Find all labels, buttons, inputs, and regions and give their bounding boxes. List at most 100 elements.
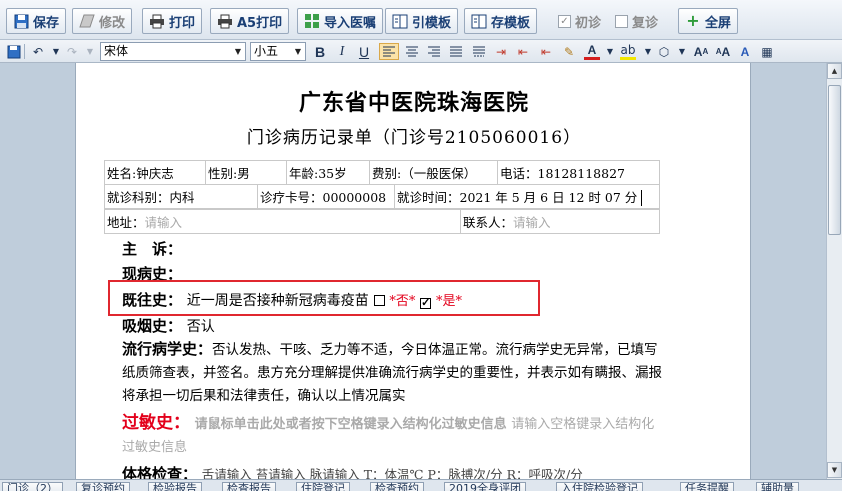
font-color-icon[interactable]: A (584, 43, 600, 60)
align-left-button[interactable] (379, 43, 399, 60)
patient-phone[interactable]: 电话：18128118827 (497, 160, 660, 185)
patient-gender[interactable]: 性别:男 (205, 160, 287, 185)
patient-info-table: 姓名:钟庆志 性别:男 年龄:35岁 费别:（一般医保） 电话：18128118… (104, 160, 660, 185)
underline-button[interactable]: U (356, 43, 372, 60)
shrink-font-icon[interactable]: AA (714, 43, 732, 60)
tab-exam-report[interactable]: 检查报告 (222, 482, 276, 491)
allergy-history[interactable]: 过敏史： 请鼠标单击此处或者按下空格键录入结构化过敏史信息 请输入空格键录入结构… (122, 412, 662, 459)
tab-assessment[interactable]: 2019全身评团 (444, 482, 526, 491)
bold-button[interactable]: B (312, 43, 328, 60)
printer-icon (217, 13, 233, 29)
indent-decrease-icon[interactable]: ⇤ (514, 43, 532, 60)
scroll-up-icon[interactable]: ▲ (827, 63, 842, 79)
format-painter-icon[interactable]: ✎ (560, 43, 578, 60)
vertical-scrollbar[interactable]: ▲ ▼ (826, 63, 842, 479)
epidemiology-history[interactable]: 流行病学史：否认发热、干咳、乏力等不适，今日体温正常。流行病学史无异常，已填写纸… (122, 338, 662, 408)
bottom-tab-bar: 门诊（2） 复诊预约 检验报告 检查报告 住院登记 检查预约 2019全身评团 … (0, 479, 842, 491)
card-number[interactable]: 诊疗卡号：00000008 (257, 184, 395, 209)
align-right-icon (428, 46, 440, 57)
info-row: 地址：请输入 联系人：请输入 (104, 209, 660, 234)
highlight-color-icon[interactable]: ab (620, 43, 636, 60)
option-yes: *是* (435, 294, 462, 309)
distribute-icon (473, 46, 485, 57)
align-left-icon (383, 46, 395, 57)
scroll-thumb[interactable] (828, 85, 841, 235)
text-cursor (641, 190, 643, 207)
tab-exam-booking[interactable]: 检查预约 (370, 482, 424, 491)
tab-reminder[interactable]: 任务提醒 (680, 482, 734, 491)
align-right-button[interactable] (425, 43, 443, 60)
superscript-icon[interactable]: A (736, 43, 754, 60)
tab-admission[interactable]: 住院登记 (296, 482, 350, 491)
fee-type[interactable]: 费别:（一般医保） (369, 160, 498, 185)
visit-info-table: 就诊科别：内科 诊疗卡号：00000008 就诊时间：2021 年 5 月 6 … (104, 184, 660, 209)
plus-icon: + (686, 11, 700, 30)
highlight-dropdown-icon[interactable]: ▼ (640, 43, 656, 60)
eraser-icon (79, 13, 95, 29)
distribute-button[interactable] (470, 43, 488, 60)
redo-dropdown-icon[interactable]: ▼ (82, 43, 98, 60)
patient-name[interactable]: 姓名:钟庆志 (104, 160, 206, 185)
grow-font-icon[interactable]: AA (692, 43, 710, 60)
document-area: 广东省中医院珠海医院 门诊病历记录单（门诊号2105060016） 姓名:钟庆志… (0, 63, 826, 479)
empty-checkbox-icon (615, 15, 628, 28)
tab-outpatient[interactable]: 门诊（2） (2, 482, 63, 491)
redo-icon[interactable]: ↷ (64, 43, 80, 60)
save-button[interactable]: 保存 (6, 8, 67, 34)
info-row: 就诊科别：内科 诊疗卡号：00000008 就诊时间：2021 年 5 月 6 … (104, 184, 660, 209)
contact-field[interactable]: 联系人：请输入 (460, 209, 660, 234)
edit-button[interactable]: 修改 (72, 8, 133, 34)
visit-time[interactable]: 就诊时间：2021 年 5 月 6 日 12 时 07 分 (394, 184, 660, 209)
outdent-icon[interactable]: ⇤ (537, 43, 555, 60)
fill-color-icon[interactable]: ⬡ (656, 43, 672, 60)
load-template-button[interactable]: 引模板 (385, 8, 459, 34)
address-table: 地址：请输入 联系人：请输入 (104, 209, 660, 234)
save-template-button[interactable]: 存模板 (464, 8, 538, 34)
tab-auxiliary[interactable]: 辅助量 (756, 482, 799, 491)
format-toolbar: ↶ ▼ ↷ ▼ 宋体 ▼ 小五 ▼ B I U ⇥ ⇤ ⇤ ✎ A ▼ ab ▼… (0, 40, 842, 63)
fullscreen-button[interactable]: + 全屏 (678, 8, 739, 34)
follow-up-checkbox[interactable]: 复诊 (615, 12, 658, 31)
document-page[interactable]: 广东省中医院珠海医院 门诊病历记录单（门诊号2105060016） 姓名:钟庆志… (75, 63, 751, 479)
patient-age[interactable]: 年龄:35岁 (286, 160, 370, 185)
table-icon[interactable]: ▦ (758, 43, 776, 60)
align-center-button[interactable] (403, 43, 421, 60)
chevron-down-icon: ▼ (294, 47, 302, 56)
department[interactable]: 就诊科别：内科 (104, 184, 258, 209)
justify-icon (450, 46, 462, 57)
main-toolbar: 保存 修改 打印 A5打印 导入医嘱 引模板 存模板 ✓ 初诊 复诊 + 全屏 (0, 0, 842, 40)
smoking-history[interactable]: 吸烟史： 否认 (122, 315, 215, 336)
chief-complaint[interactable]: 主 诉： (122, 238, 182, 259)
past-history[interactable]: 既往史： 近一周是否接种新冠病毒疫苗 *否* ✓ *是* (122, 289, 462, 310)
address-field[interactable]: 地址：请输入 (104, 209, 461, 234)
scroll-down-icon[interactable]: ▼ (827, 462, 842, 478)
floppy-disk-icon (13, 13, 29, 29)
print-button[interactable]: 打印 (142, 8, 203, 34)
italic-button[interactable]: I (334, 43, 350, 60)
unchecked-box-icon[interactable] (373, 295, 385, 306)
physical-exam[interactable]: 体格检查： 舌请输入 苔请输入 脉请输入 T：体温℃ P：脉搏次/分 R：呼吸次… (122, 463, 583, 479)
undo-icon[interactable]: ↶ (30, 43, 46, 60)
template-icon (471, 13, 487, 29)
tab-appointment[interactable]: 复诊预约 (76, 482, 130, 491)
tab-inpatient-lab[interactable]: 入住院检验登记 (556, 482, 643, 491)
font-size-select[interactable]: 小五 ▼ (250, 42, 306, 61)
fill-dropdown-icon[interactable]: ▼ (674, 43, 690, 60)
import-advice-button[interactable]: 导入医嘱 (297, 8, 384, 34)
option-no: *否* (389, 294, 416, 309)
first-visit-checkbox[interactable]: ✓ 初诊 (558, 12, 601, 31)
separator (24, 44, 25, 59)
a5-print-button[interactable]: A5打印 (210, 8, 290, 34)
checked-box-icon[interactable]: ✓ (420, 297, 432, 309)
align-center-icon (406, 46, 418, 57)
undo-dropdown-icon[interactable]: ▼ (48, 43, 64, 60)
justify-button[interactable] (447, 43, 465, 60)
tab-lab-report[interactable]: 检验报告 (148, 482, 202, 491)
indent-increase-icon[interactable]: ⇥ (492, 43, 510, 60)
form-title: 门诊病历记录单（门诊号2105060016） (246, 128, 582, 148)
font-color-dropdown-icon[interactable]: ▼ (602, 43, 618, 60)
info-row: 姓名:钟庆志 性别:男 年龄:35岁 费别:（一般医保） 电话：18128118… (104, 160, 660, 185)
save-doc-icon[interactable] (6, 43, 22, 60)
hospital-name: 广东省中医院珠海医院 (298, 90, 529, 116)
font-family-select[interactable]: 宋体 ▼ (100, 42, 246, 61)
